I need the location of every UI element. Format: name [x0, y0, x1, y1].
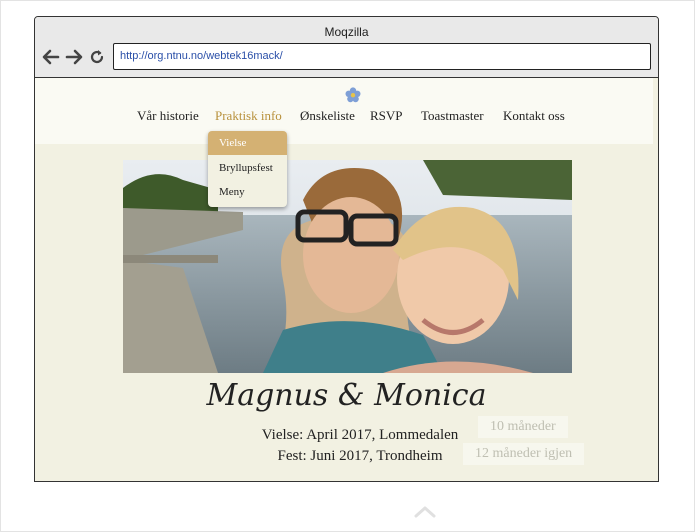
arrow-right-icon[interactable]: [65, 48, 83, 66]
nav-vaar-historie[interactable]: Vår historie: [137, 108, 199, 124]
url-text: http://org.ntnu.no/webtek16mack/: [120, 50, 283, 62]
dropdown-item-bryllupsfest[interactable]: Bryllupsfest: [208, 156, 287, 180]
nav-praktisk-info[interactable]: Praktisk info: [215, 108, 282, 124]
countdown-party: 12 måneder igjen: [463, 443, 585, 465]
nav-kontakt-oss[interactable]: Kontakt oss: [503, 108, 565, 124]
window-title: Moqzilla: [324, 25, 369, 39]
forget-me-not-flower-icon: [345, 87, 361, 103]
countdown-ceremony: 10 måneder: [478, 416, 568, 438]
nav-oenskeliste[interactable]: Ønskeliste: [300, 108, 355, 124]
arrow-left-icon[interactable]: [42, 48, 60, 66]
couple-names-heading: Magnus & Monica: [206, 378, 487, 413]
dropdown-item-meny[interactable]: Meny: [208, 180, 287, 204]
website: Vår historie Praktisk info Ønskeliste RS…: [35, 78, 658, 481]
reload-icon[interactable]: [88, 48, 106, 66]
party-info: Fest: Juni 2017, Trondheim: [277, 448, 443, 464]
browser-window: Moqzilla http://org.ntnu.no/webtek16mack…: [34, 16, 659, 482]
praktisk-info-dropdown: Vielse Bryllupsfest Meny: [208, 131, 287, 207]
couple-photo: [123, 160, 572, 373]
ceremony-info: Vielse: April 2017, Lommedalen: [261, 427, 459, 443]
chevron-up-icon[interactable]: [414, 504, 436, 518]
site-navbar: Vår historie Praktisk info Ønskeliste RS…: [35, 78, 653, 144]
browser-chrome: Moqzilla http://org.ntnu.no/webtek16mack…: [35, 17, 658, 78]
address-bar[interactable]: http://org.ntnu.no/webtek16mack/: [113, 43, 651, 70]
nav-toastmaster[interactable]: Toastmaster: [421, 108, 484, 124]
nav-rsvp[interactable]: RSVP: [370, 108, 403, 124]
dropdown-item-vielse[interactable]: Vielse: [208, 131, 287, 155]
